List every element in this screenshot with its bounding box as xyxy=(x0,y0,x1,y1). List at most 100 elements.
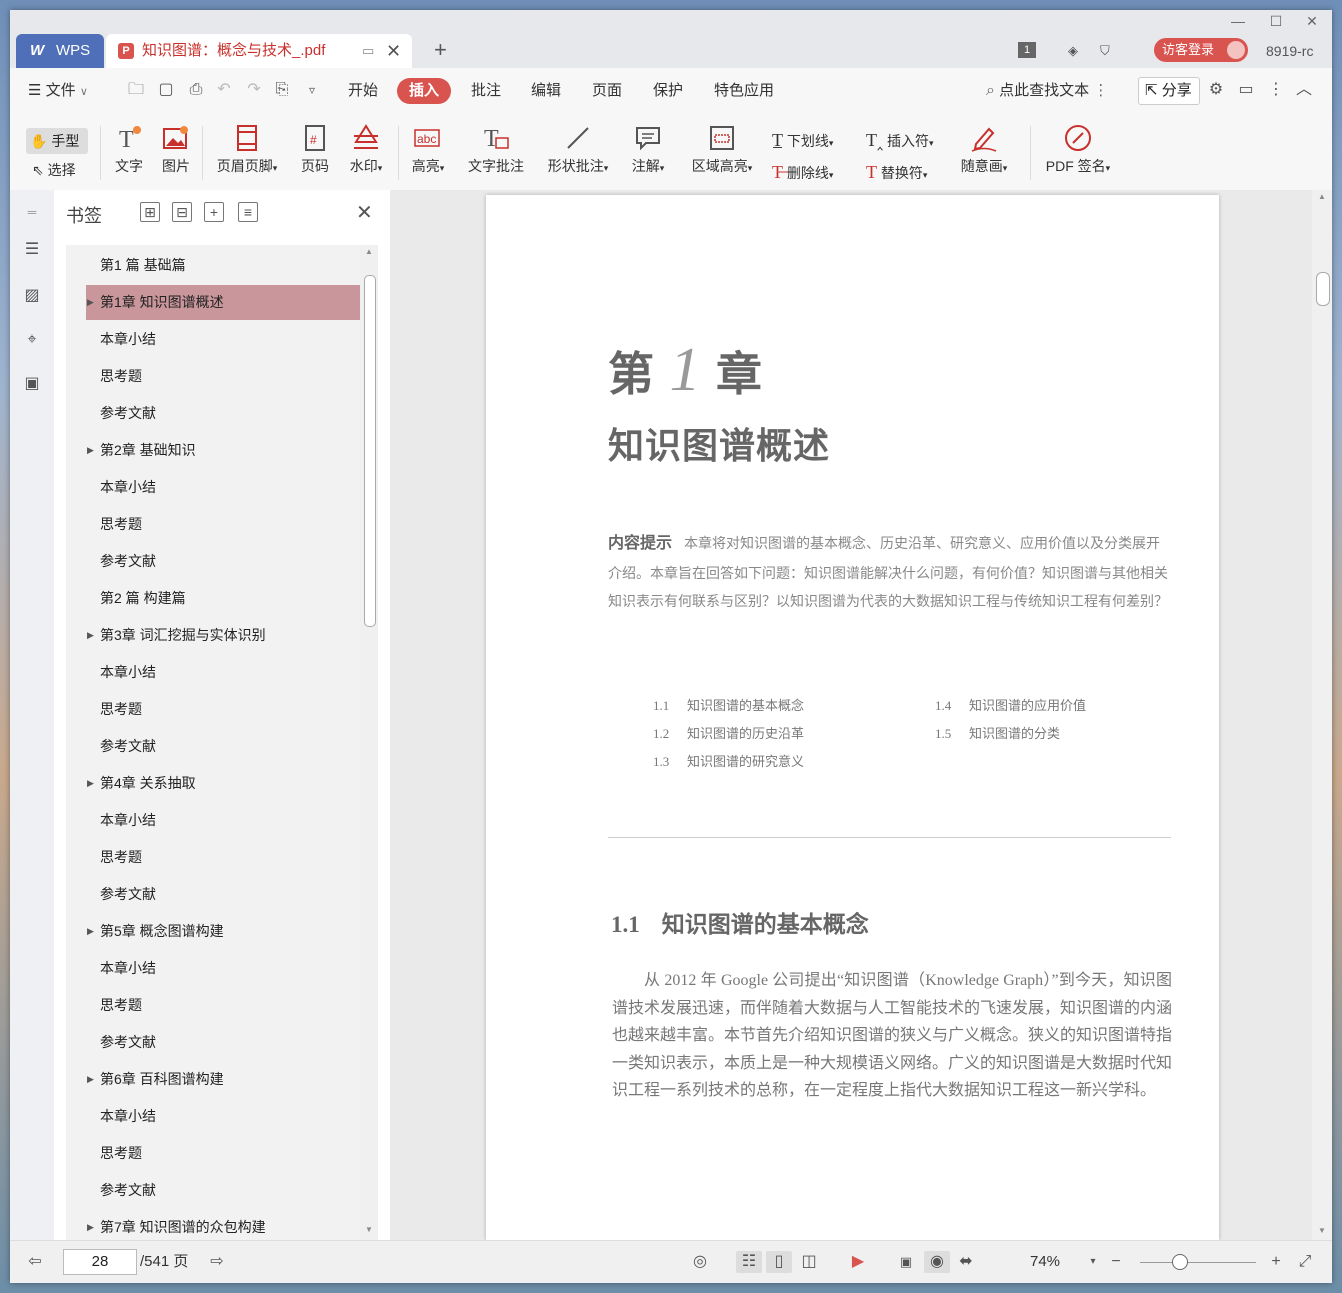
shape-annotation-button[interactable]: 形状批注▾ xyxy=(540,124,616,176)
annotation-tag-icon[interactable]: ⌖ xyxy=(22,330,42,350)
expand-all-icon[interactable]: ⊞ xyxy=(140,202,160,222)
document-tab[interactable]: P 知识图谱：概念与技术_.pdf ▭ ✕ xyxy=(106,34,412,68)
undo-icon[interactable]: ↶ xyxy=(214,80,234,100)
zoom-in-icon[interactable]: + xyxy=(1266,1251,1286,1273)
note-button[interactable]: 注解▾ xyxy=(626,124,670,176)
insert-image-button[interactable]: 图片 xyxy=(160,124,192,176)
actual-size-icon[interactable]: ▣ xyxy=(894,1251,918,1273)
watermark-button[interactable]: 水印▾ xyxy=(344,124,388,176)
theme-shirt-icon[interactable]: ⛉ xyxy=(1100,40,1110,62)
select-tool-button[interactable]: ⇖ 选择 xyxy=(32,158,76,182)
thumbnail-image-icon[interactable]: ▨ xyxy=(22,286,42,306)
bookmark-item[interactable]: ▶ 第4章 关系抽取 xyxy=(86,766,360,801)
eye-protection-icon[interactable]: ◎ xyxy=(688,1251,712,1273)
bookmark-item[interactable]: 本章小结 xyxy=(86,470,360,505)
bookmark-item[interactable]: 参考文献 xyxy=(86,729,360,764)
zoom-level[interactable]: 74% xyxy=(1020,1251,1070,1273)
bookmark-item[interactable]: 本章小结 xyxy=(86,803,360,838)
fit-page-icon[interactable]: ◉ xyxy=(924,1251,950,1273)
bookmark-item[interactable]: 本章小结 xyxy=(86,951,360,986)
expand-arrow-icon[interactable]: ▶ xyxy=(87,433,94,468)
more-quick-icon[interactable]: ▿ xyxy=(302,80,322,100)
scroll-down-icon[interactable]: ▼ xyxy=(365,1225,373,1234)
page-number-input[interactable]: 28 xyxy=(63,1249,137,1275)
zoom-dropdown-icon[interactable]: ▾ xyxy=(1086,1251,1100,1273)
redo-icon[interactable]: ↷ xyxy=(244,80,264,100)
tab-protect[interactable]: 保护 xyxy=(653,78,683,104)
signature-panel-icon[interactable]: ▣ xyxy=(22,374,42,394)
zoom-slider-track[interactable] xyxy=(1140,1262,1256,1263)
prev-page-icon[interactable]: ⇦ xyxy=(24,1251,46,1273)
save-icon[interactable]: ▢ xyxy=(156,80,176,100)
drag-handle-icon[interactable]: ═ xyxy=(22,202,42,222)
bookmark-item[interactable]: 第2 篇 构建篇 xyxy=(86,581,360,616)
document-viewer[interactable]: 第 1 章 知识图谱概述 内容提示 本章将对知识图谱的基本概念、历史沿革、研究意义… xyxy=(390,190,1332,1240)
bookmark-item[interactable]: ▶ 第3章 词汇挖掘与实体识别 xyxy=(86,618,360,653)
window-count-indicator[interactable]: 1 xyxy=(1018,40,1044,60)
bookmark-item[interactable]: 参考文献 xyxy=(86,544,360,579)
tab-start[interactable]: 开始 xyxy=(348,78,378,104)
bookmark-item[interactable]: 第1 篇 基础篇 xyxy=(86,248,360,283)
bookmark-item[interactable]: ▶ 第5章 概念图谱构建 xyxy=(86,914,360,949)
comment-icon[interactable]: ▭ xyxy=(1236,80,1256,100)
insert-text-button[interactable]: T 文字 xyxy=(113,124,145,176)
scroll-down-icon[interactable]: ▼ xyxy=(1318,1226,1326,1235)
expand-arrow-icon[interactable]: ▶ xyxy=(87,914,94,949)
gear-icon[interactable]: ⚙ xyxy=(1206,80,1226,100)
wps-home-tab[interactable]: W WPS xyxy=(16,34,104,68)
scroll-up-icon[interactable]: ▲ xyxy=(1318,192,1326,201)
fit-width-icon[interactable]: ⬌ xyxy=(954,1251,978,1273)
expand-arrow-icon[interactable]: ▶ xyxy=(87,285,94,320)
hand-tool-button[interactable]: ✋ 手型 xyxy=(26,128,88,154)
bookmark-item[interactable]: 本章小结 xyxy=(86,1099,360,1134)
bookmark-item[interactable]: ▶ 第7章 知识图谱的众包构建 xyxy=(86,1210,360,1240)
bookmark-item[interactable]: 参考文献 xyxy=(86,1025,360,1060)
bookmark-item[interactable]: 思考题 xyxy=(86,1136,360,1171)
bookmark-item[interactable]: 思考题 xyxy=(86,840,360,875)
document-scrollbar[interactable]: ▲ ▼ xyxy=(1312,190,1332,1240)
play-icon[interactable]: ▶ xyxy=(846,1251,870,1273)
minimize-button[interactable]: — xyxy=(1220,10,1256,32)
monitor-icon[interactable]: ▭ xyxy=(362,34,374,68)
single-page-icon[interactable]: ▯ xyxy=(766,1251,792,1273)
document-scroll-thumb[interactable] xyxy=(1316,272,1330,306)
close-panel-icon[interactable]: ✕ xyxy=(356,200,373,225)
bookmark-list-icon[interactable]: ☰ xyxy=(22,240,42,260)
tab-page[interactable]: 页面 xyxy=(592,78,622,104)
header-footer-button[interactable]: 页眉页脚▾ xyxy=(212,124,282,176)
collapse-all-icon[interactable]: ⊟ xyxy=(172,202,192,222)
expand-arrow-icon[interactable]: ▶ xyxy=(87,618,94,653)
pdf-sign-button[interactable]: PDF 签名▾ xyxy=(1040,124,1116,176)
fullscreen-icon[interactable]: ⤢ xyxy=(1294,1251,1316,1273)
bookmark-item[interactable]: ▶ 第1章 知识图谱概述 xyxy=(86,285,360,320)
bookmark-item[interactable]: 参考文献 xyxy=(86,877,360,912)
next-page-icon[interactable]: ⇨ xyxy=(206,1251,228,1273)
expand-arrow-icon[interactable]: ▶ xyxy=(87,766,94,801)
expand-arrow-icon[interactable]: ▶ xyxy=(87,1210,94,1240)
tab-insert[interactable]: 插入 xyxy=(397,78,452,104)
bookmark-item[interactable]: 本章小结 xyxy=(86,655,360,690)
bookmark-settings-icon[interactable]: ≡ xyxy=(238,202,258,222)
area-highlight-button[interactable]: 区域高亮▾ xyxy=(684,124,760,176)
collapse-ribbon-icon[interactable]: ︿ xyxy=(1294,80,1314,100)
open-folder-icon[interactable]: 🗀 xyxy=(126,80,146,100)
close-tab-icon[interactable]: ✕ xyxy=(386,34,401,68)
bookmark-item[interactable]: 本章小结 xyxy=(86,322,360,357)
tab-annotate[interactable]: 批注 xyxy=(471,78,501,104)
expand-arrow-icon[interactable]: ▶ xyxy=(87,1062,94,1097)
strikethrough-button[interactable]: T̶ 删除线▾ xyxy=(772,160,833,184)
page-number-button[interactable]: # 页码 xyxy=(298,124,332,176)
bookmark-item[interactable]: 思考题 xyxy=(86,988,360,1023)
bookmark-scrollbar[interactable]: ▲ ▼ xyxy=(360,245,378,1240)
skin-icon[interactable]: ◈ xyxy=(1068,40,1078,62)
insert-char-button[interactable]: T‸ 插入符▾ xyxy=(866,128,934,152)
bookmark-item[interactable]: 思考题 xyxy=(86,359,360,394)
maximize-button[interactable]: ☐ xyxy=(1258,10,1294,32)
search-text[interactable]: ⌕ 点此查找文本 ⋮ xyxy=(986,78,1108,104)
highlight-button[interactable]: abc 高亮▾ xyxy=(406,124,450,176)
tab-special[interactable]: 特色应用 xyxy=(714,78,774,104)
bookmark-item[interactable]: ▶ 第6章 百科图谱构建 xyxy=(86,1062,360,1097)
bookmark-item[interactable]: 思考题 xyxy=(86,692,360,727)
underline-button[interactable]: T̲ 下划线▾ xyxy=(772,128,833,152)
zoom-slider-knob[interactable] xyxy=(1172,1254,1188,1270)
